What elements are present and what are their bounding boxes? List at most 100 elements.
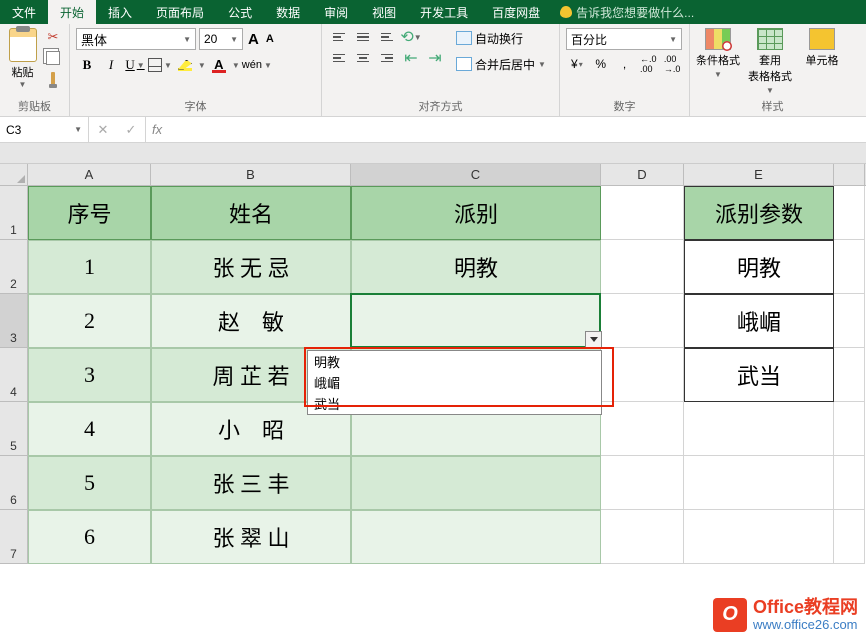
decrease-indent-button[interactable]: ⇤ [400, 49, 422, 67]
paste-button[interactable]: 粘贴 ▼ [6, 28, 39, 89]
align-left-button[interactable] [328, 49, 350, 67]
cell-C1[interactable]: 派别 [351, 186, 601, 240]
cell-F1[interactable] [834, 186, 865, 240]
tab-baidu-netdisk[interactable]: 百度网盘 [480, 0, 552, 24]
conditional-format-button[interactable]: 条件格式▼ [696, 28, 740, 79]
align-middle-button[interactable] [352, 28, 374, 46]
row-header-1[interactable]: 1 [0, 186, 28, 240]
cell-D4[interactable] [601, 348, 684, 402]
cell-F2[interactable] [834, 240, 865, 294]
cell-B1[interactable]: 姓名 [151, 186, 351, 240]
dropdown-item[interactable]: 武当 [308, 393, 601, 414]
col-header-f[interactable] [834, 164, 865, 185]
col-header-e[interactable]: E [684, 164, 834, 185]
underline-button[interactable]: U▼ [124, 54, 146, 76]
cell-E1[interactable]: 派别参数 [684, 186, 834, 240]
cell-A2[interactable]: 1 [28, 240, 151, 294]
cell-A6[interactable]: 5 [28, 456, 151, 510]
cell-A3[interactable]: 2 [28, 294, 151, 348]
chevron-down-icon[interactable]: ▼ [198, 61, 206, 70]
cell-E7[interactable] [684, 510, 834, 564]
col-header-b[interactable]: B [151, 164, 351, 185]
dropdown-item[interactable]: 明教 [308, 351, 601, 372]
row-header-4[interactable]: 4 [0, 348, 28, 402]
row-header-5[interactable]: 5 [0, 402, 28, 456]
cell-F5[interactable] [834, 402, 865, 456]
name-box[interactable]: C3▼ [0, 117, 89, 142]
col-header-a[interactable]: A [28, 164, 151, 185]
cell-D2[interactable] [601, 240, 684, 294]
cell-F7[interactable] [834, 510, 865, 564]
increase-font-button[interactable]: A [246, 31, 261, 48]
fx-icon[interactable]: fx [146, 117, 168, 142]
formula-input[interactable] [168, 117, 866, 142]
font-color-button[interactable]: A [208, 54, 230, 76]
cell-C2[interactable]: 明教 [351, 240, 601, 294]
cell-A4[interactable]: 3 [28, 348, 151, 402]
cell-D1[interactable] [601, 186, 684, 240]
font-size-select[interactable]: 20▼ [199, 28, 243, 50]
bold-button[interactable]: B [76, 54, 98, 76]
cell-C7[interactable] [351, 510, 601, 564]
cell-styles-button[interactable]: 单元格 [800, 28, 844, 68]
tab-page-layout[interactable]: 页面布局 [144, 0, 216, 24]
increase-decimal-button[interactable]: ←.0.00 [637, 54, 659, 74]
tab-home[interactable]: 开始 [48, 0, 96, 24]
col-header-c[interactable]: C [351, 164, 601, 185]
row-header-3[interactable]: 3 [0, 294, 28, 348]
enter-formula-button[interactable]: ✓ [117, 122, 145, 138]
decrease-font-button[interactable]: A [264, 33, 276, 45]
cell-D6[interactable] [601, 456, 684, 510]
cut-button[interactable]: ✂ [43, 28, 63, 46]
select-all-corner[interactable] [0, 164, 28, 185]
chevron-down-icon[interactable]: ▼ [232, 61, 240, 70]
cell-D5[interactable] [601, 402, 684, 456]
cell-A5[interactable]: 4 [28, 402, 151, 456]
cell-C6[interactable] [351, 456, 601, 510]
number-format-select[interactable]: 百分比▼ [566, 28, 682, 50]
phonetic-button[interactable]: wén▼ [242, 54, 272, 76]
cell-F4[interactable] [834, 348, 865, 402]
cell-E3[interactable]: 峨嵋 [684, 294, 834, 348]
cancel-formula-button[interactable]: ✕ [89, 122, 117, 138]
cell-E2[interactable]: 明教 [684, 240, 834, 294]
cell-B6[interactable]: 张 三 丰 [151, 456, 351, 510]
tab-review[interactable]: 审阅 [312, 0, 360, 24]
cell-E4[interactable]: 武当 [684, 348, 834, 402]
copy-button[interactable] [43, 49, 63, 67]
italic-button[interactable]: I [100, 54, 122, 76]
tab-developer[interactable]: 开发工具 [408, 0, 480, 24]
cell-F6[interactable] [834, 456, 865, 510]
tab-formulas[interactable]: 公式 [216, 0, 264, 24]
cell-E5[interactable] [684, 402, 834, 456]
cell-B3[interactable]: 赵 敏 [151, 294, 351, 348]
increase-indent-button[interactable]: ⇥ [424, 49, 446, 67]
borders-button[interactable]: ▼ [148, 54, 172, 76]
tab-data[interactable]: 数据 [264, 0, 312, 24]
orientation-button[interactable]: ⟲▼ [400, 28, 422, 46]
cell-D3[interactable] [601, 294, 684, 348]
format-as-table-button[interactable]: 套用 表格格式▼ [748, 28, 792, 95]
cell-A7[interactable]: 6 [28, 510, 151, 564]
cell-A1[interactable]: 序号 [28, 186, 151, 240]
tell-me-search[interactable]: 告诉我您想要做什么... [552, 0, 702, 24]
percent-button[interactable]: % [590, 54, 612, 74]
currency-button[interactable]: ¥▾ [566, 54, 588, 74]
format-painter-button[interactable] [43, 70, 63, 88]
tab-file[interactable]: 文件 [0, 0, 48, 24]
wrap-text-button[interactable]: 自动换行 [456, 28, 546, 48]
comma-button[interactable]: , [614, 54, 636, 74]
decrease-decimal-button[interactable]: .00→.0 [661, 54, 683, 74]
align-right-button[interactable] [376, 49, 398, 67]
fill-color-button[interactable] [174, 54, 196, 76]
dropdown-button[interactable] [585, 331, 602, 348]
col-header-d[interactable]: D [601, 164, 684, 185]
row-header-6[interactable]: 6 [0, 456, 28, 510]
align-bottom-button[interactable] [376, 28, 398, 46]
dropdown-item[interactable]: 峨嵋 [308, 372, 601, 393]
cell-C3[interactable] [351, 294, 601, 348]
align-center-button[interactable] [352, 49, 374, 67]
cell-B2[interactable]: 张 无 忌 [151, 240, 351, 294]
cell-D7[interactable] [601, 510, 684, 564]
row-header-2[interactable]: 2 [0, 240, 28, 294]
